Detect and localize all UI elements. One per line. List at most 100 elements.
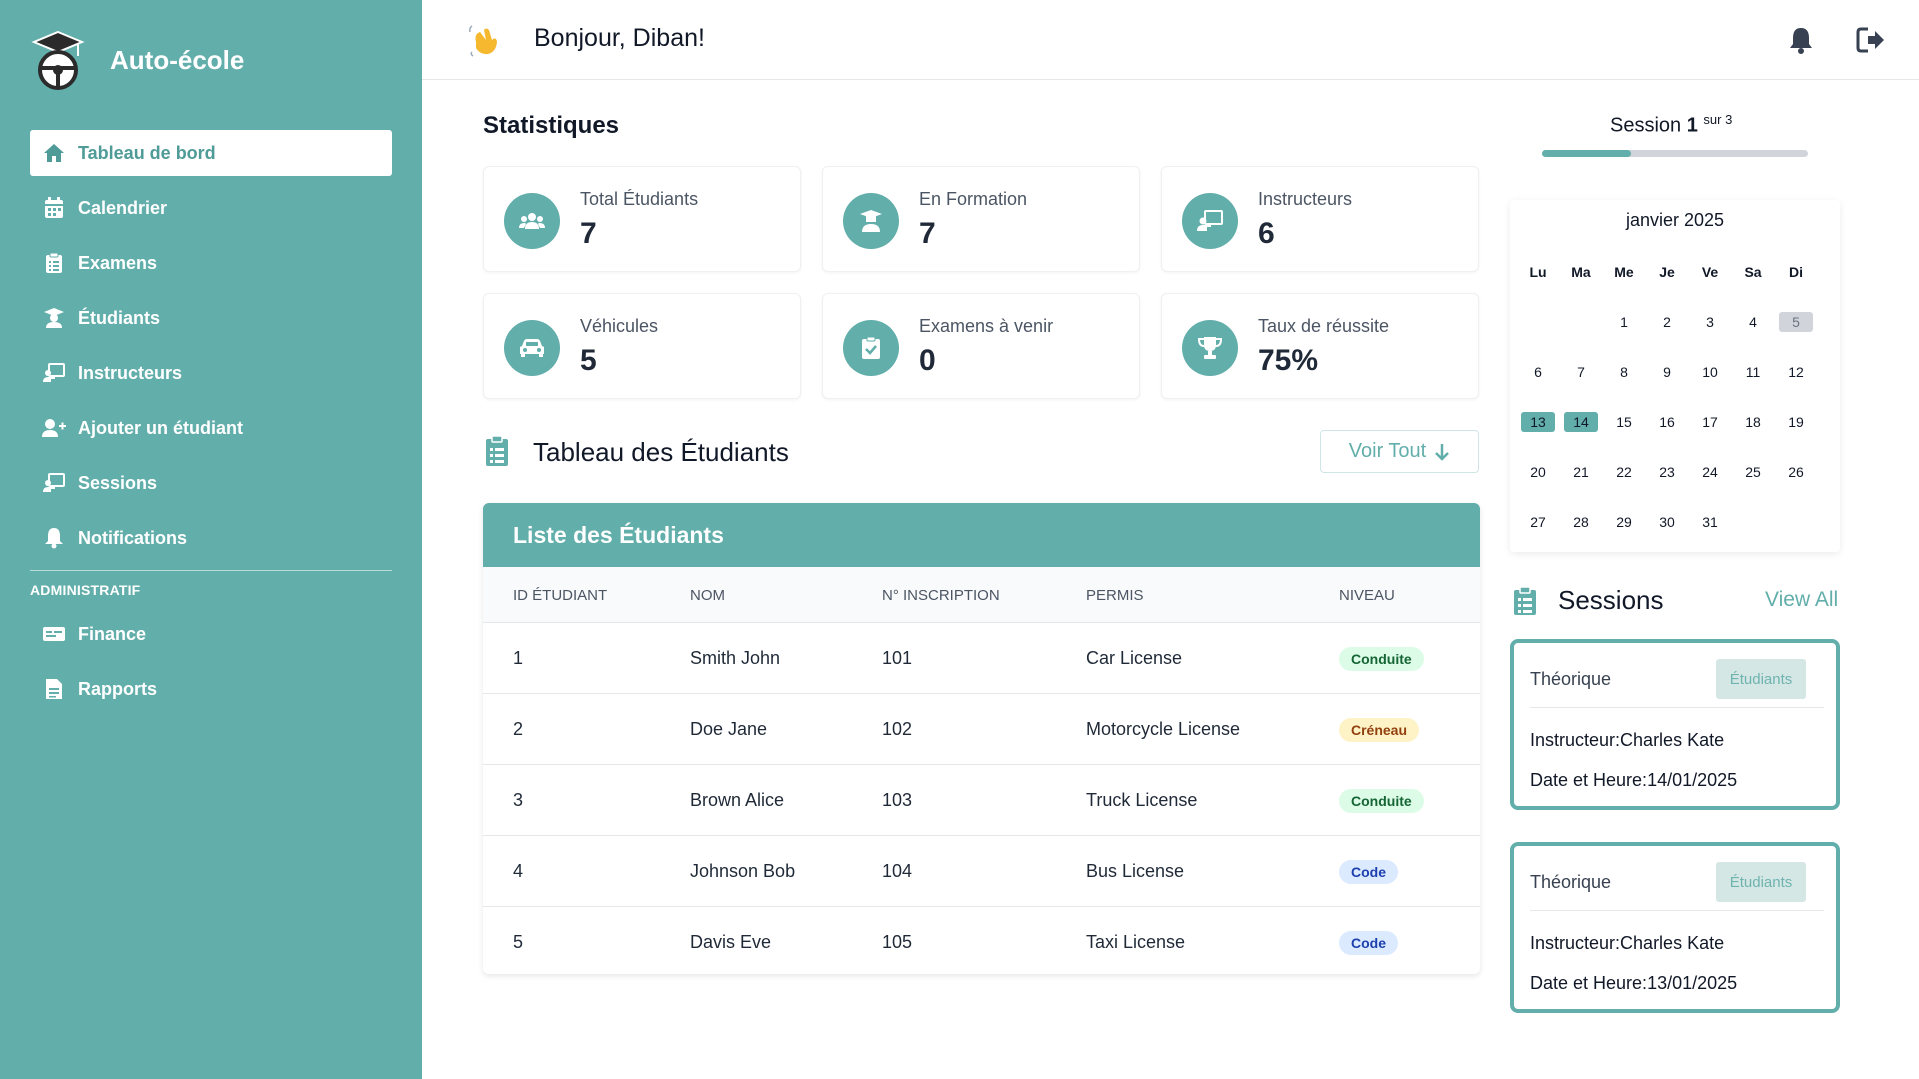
view-all-sessions-link[interactable]: View All: [1765, 588, 1838, 612]
table-row[interactable]: 1 Smith John 101 Car License Conduite: [483, 623, 1480, 694]
table-banner: Liste des Étudiants: [483, 503, 1480, 567]
instructor-label: Instructeur:: [1530, 933, 1621, 953]
cell-id: 2: [513, 719, 524, 739]
session-card[interactable]: Théorique Étudiants Instructeur:Charles …: [1510, 639, 1840, 810]
stat-value: 6: [1258, 217, 1275, 250]
calendar-day[interactable]: 4: [1736, 312, 1770, 332]
bell-icon[interactable]: [1787, 26, 1815, 54]
calendar-day[interactable]: 15: [1607, 412, 1641, 432]
column-header[interactable]: ID ÉTUDIANT: [513, 587, 607, 604]
sidebar-item-dashboard[interactable]: Tableau de bord: [30, 130, 392, 176]
calendar-day[interactable]: 9: [1650, 362, 1684, 382]
sidebar-section-label: ADMINISTRATIF: [30, 582, 141, 598]
table-row[interactable]: 2 Doe Jane 102 Motorcycle License Crénea…: [483, 694, 1480, 765]
calendar-day[interactable]: 21: [1564, 462, 1598, 482]
session-students-button[interactable]: Étudiants: [1716, 862, 1806, 902]
calendar-day[interactable]: 14: [1564, 412, 1598, 432]
sidebar-item-notifications[interactable]: Notifications: [30, 515, 392, 561]
calendar-day[interactable]: 8: [1607, 362, 1641, 382]
calendar-day[interactable]: 10: [1693, 362, 1727, 382]
sidebar-item-reports[interactable]: Rapports: [30, 666, 392, 712]
level-badge: Créneau: [1339, 718, 1420, 742]
sidebar-item-instructors[interactable]: Instructeurs: [30, 350, 392, 396]
calendar-day[interactable]: 6: [1521, 362, 1555, 382]
stat-card-vehicles: Véhicules 5: [483, 293, 801, 399]
table-header: ID ÉTUDIANT NOM N° INSCRIPTION PERMIS NI…: [483, 567, 1480, 623]
calendar-weekday: Di: [1789, 264, 1803, 280]
clipboard-list-icon: [1514, 586, 1536, 615]
calendar-day[interactable]: 18: [1736, 412, 1770, 432]
sidebar-item-students[interactable]: Étudiants: [30, 295, 392, 341]
calendar-day[interactable]: 1: [1607, 312, 1641, 332]
calendar-day[interactable]: 7: [1564, 362, 1598, 382]
calendar-day[interactable]: 28: [1564, 512, 1598, 532]
logout-icon[interactable]: [1856, 26, 1886, 54]
session-card[interactable]: Théorique Étudiants Instructeur:Charles …: [1510, 842, 1840, 1013]
user-plus-icon: [42, 416, 66, 440]
calendar-day[interactable]: 26: [1779, 462, 1813, 482]
calendar-day[interactable]: 11: [1736, 362, 1770, 382]
top-header: Bonjour, Diban!: [422, 0, 1919, 80]
sidebar-item-add-student[interactable]: Ajouter un étudiant: [30, 405, 392, 451]
cell-permis: Truck License: [1086, 790, 1198, 810]
cell-permis: Bus License: [1086, 861, 1185, 881]
table-row[interactable]: 3 Brown Alice 103 Truck License Conduite: [483, 765, 1480, 836]
sidebar-item-sessions[interactable]: Sessions: [30, 460, 392, 506]
chalkboard-teacher-icon: [42, 361, 66, 385]
arrow-down-icon: [1435, 443, 1450, 461]
session-progress-label: Session 1 sur 3: [1610, 112, 1732, 138]
brand[interactable]: Auto-école: [30, 28, 244, 92]
calendar-day[interactable]: 27: [1521, 512, 1555, 532]
sidebar-item-label: Sessions: [78, 472, 158, 493]
stat-card-success-rate: Taux de réussite 75%: [1161, 293, 1479, 399]
graduate-icon: [843, 193, 899, 249]
calendar-icon: [42, 196, 66, 220]
table-row[interactable]: 4 Johnson Bob 104 Bus License Code: [483, 836, 1480, 907]
calendar-day[interactable]: 13: [1521, 412, 1555, 432]
calendar-day[interactable]: 17: [1693, 412, 1727, 432]
calendar-day[interactable]: 5: [1779, 312, 1813, 332]
greeting: Bonjour, Diban!: [534, 24, 705, 52]
calendar-day[interactable]: 20: [1521, 462, 1555, 482]
calendar-day[interactable]: 3: [1693, 312, 1727, 332]
sidebar-item-label: Calendrier: [78, 197, 168, 218]
session-progress-fill: [1542, 150, 1631, 157]
trophy-icon: [1182, 320, 1238, 376]
calendar-day[interactable]: 19: [1779, 412, 1813, 432]
calendar-day[interactable]: 31: [1693, 512, 1727, 532]
stat-card-total-students: Total Étudiants 7: [483, 166, 801, 272]
stats-title: Statistiques: [483, 112, 620, 139]
calendar-day[interactable]: 16: [1650, 412, 1684, 432]
calendar-day[interactable]: 23: [1650, 462, 1684, 482]
session-instructor: Instructeur:Charles Kate: [1530, 730, 1724, 751]
cell-inscription: 102: [882, 719, 913, 739]
sidebar-item-calendar[interactable]: Calendrier: [30, 185, 392, 231]
calendar-day[interactable]: 12: [1779, 362, 1813, 382]
calendar-day[interactable]: 25: [1736, 462, 1770, 482]
column-header[interactable]: NIVEAU: [1339, 587, 1395, 604]
session-date: Date et Heure:13/01/2025: [1530, 973, 1737, 994]
column-header[interactable]: NOM: [690, 587, 725, 604]
graduate-icon: [42, 306, 66, 330]
calendar-day[interactable]: 30: [1650, 512, 1684, 532]
calendar-day[interactable]: 22: [1607, 462, 1641, 482]
level-badge: Code: [1339, 931, 1398, 955]
table-row[interactable]: 5 Davis Eve 105 Taxi License Code: [483, 907, 1480, 974]
brand-name: Auto-école: [110, 44, 245, 75]
cell-id: 1: [513, 648, 524, 668]
sidebar-item-exams[interactable]: Examens: [30, 240, 392, 286]
sidebar-item-finance[interactable]: Finance: [30, 611, 392, 657]
calendar-day[interactable]: 24: [1693, 462, 1727, 482]
cell-name: Johnson Bob: [690, 861, 796, 881]
calendar-day[interactable]: 29: [1607, 512, 1641, 532]
calendar-weekday: Me: [1614, 264, 1634, 280]
cell-name: Davis Eve: [690, 932, 772, 952]
session-students-button[interactable]: Étudiants: [1716, 659, 1806, 699]
column-header[interactable]: PERMIS: [1086, 587, 1144, 604]
column-header[interactable]: N° INSCRIPTION: [882, 587, 1000, 604]
stat-value: 0: [919, 344, 936, 377]
level-badge: Conduite: [1339, 647, 1424, 671]
calendar-day[interactable]: 2: [1650, 312, 1684, 332]
cell-id: 4: [513, 861, 524, 881]
view-all-students-button[interactable]: Voir Tout: [1320, 430, 1479, 473]
